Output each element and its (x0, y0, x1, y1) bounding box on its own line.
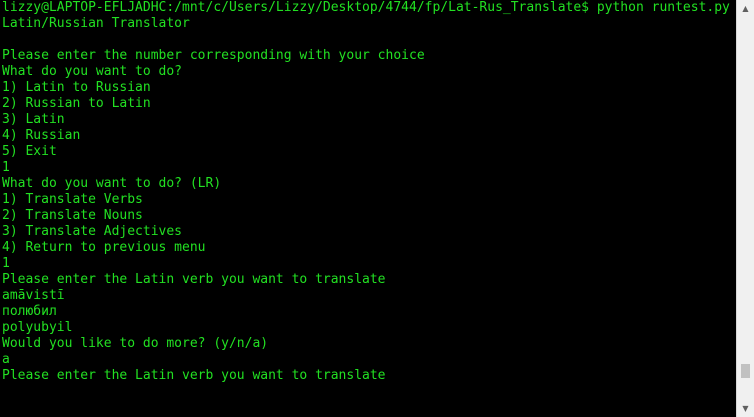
terminal-line: 1) Latin to Russian (2, 80, 151, 95)
scroll-track[interactable] (737, 17, 754, 400)
terminal-line: Please enter the Latin verb you want to … (2, 368, 386, 383)
terminal-line-input: amāvistī (2, 288, 65, 303)
triangle-down-icon: ▼ (742, 404, 749, 413)
terminal-line: 3) Translate Adjectives (2, 224, 183, 239)
terminal-line: Would you like to do more? (y/n/a) (2, 336, 269, 351)
terminal-line: 1) Translate Verbs (2, 192, 143, 207)
terminal-line-input: a (2, 352, 10, 367)
terminal-line-command: lizzy@LAPTOP-EFLJADHC:/mnt/c/Users/Lizzy… (2, 0, 730, 15)
terminal-line-input: 1 (2, 256, 10, 271)
terminal-line: What do you want to do? (LR) (2, 176, 222, 191)
terminal-line: 2) Translate Nouns (2, 208, 143, 223)
terminal-line: полюбил (2, 304, 57, 319)
terminal-line: 5) Exit (2, 144, 57, 159)
terminal-line: Please enter the Latin verb you want to … (2, 272, 386, 287)
terminal-line: polyubyil (2, 320, 73, 335)
vertical-scrollbar[interactable]: ▲ ▼ (736, 0, 754, 417)
terminal-line-input: 1 (2, 160, 10, 175)
terminal-line: 4) Russian (2, 128, 81, 143)
scroll-up-button[interactable]: ▲ (737, 0, 754, 17)
terminal-line: Latin/Russian Translator (2, 16, 190, 31)
terminal-line: Please enter the number corresponding wi… (2, 48, 425, 63)
terminal-line: 3) Latin (2, 112, 65, 127)
terminal-line: 2) Russian to Latin (2, 96, 151, 111)
terminal-line: 4) Return to previous menu (2, 240, 206, 255)
terminal-output: lizzy@LAPTOP-EFLJADHC:/mnt/c/Users/Lizzy… (2, 0, 730, 384)
terminal-line: What do you want to do? (2, 64, 183, 79)
terminal-window[interactable]: lizzy@LAPTOP-EFLJADHC:/mnt/c/Users/Lizzy… (0, 0, 736, 417)
scroll-down-button[interactable]: ▼ (737, 400, 754, 417)
triangle-up-icon: ▲ (742, 4, 749, 13)
scroll-thumb[interactable] (741, 364, 750, 378)
